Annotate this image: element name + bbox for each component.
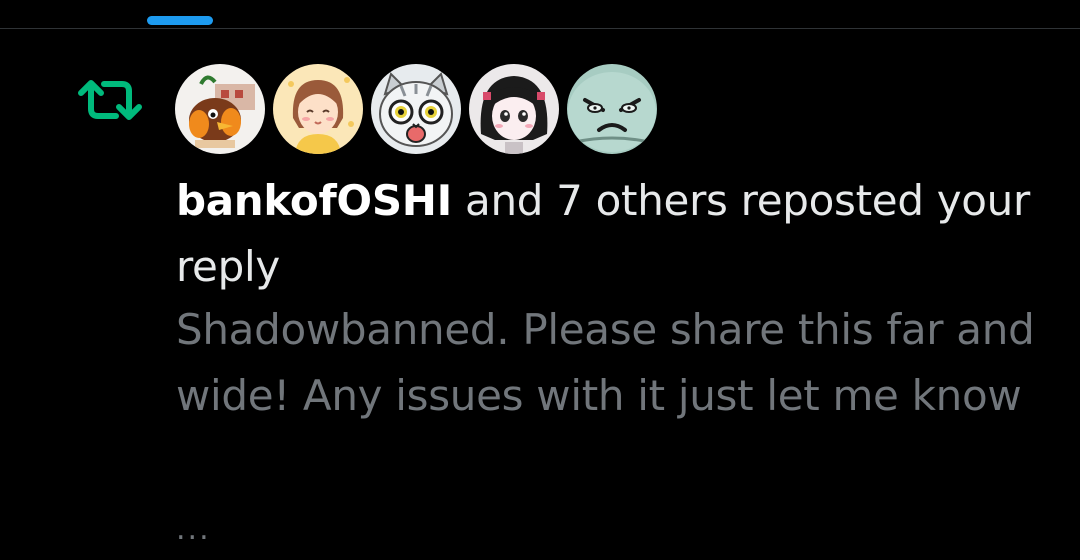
doll-avatar[interactable] [469, 64, 559, 154]
reposter-avatars [175, 64, 657, 154]
more-indicator: ... [176, 512, 211, 547]
actor-name[interactable]: bankofOSHI [176, 176, 452, 225]
frown-face-avatar[interactable] [567, 64, 657, 154]
girl-avatar[interactable] [273, 64, 363, 154]
post-preview: Shadowbanned. Please share this far and … [176, 305, 1035, 420]
bird-avatar[interactable] [175, 64, 265, 154]
cat-avatar[interactable] [371, 64, 461, 154]
notification-headline: bankofOSHI and 7 others reposted your re… [176, 168, 1036, 300]
active-tab-indicator [147, 16, 213, 25]
repost-icon [78, 80, 142, 120]
